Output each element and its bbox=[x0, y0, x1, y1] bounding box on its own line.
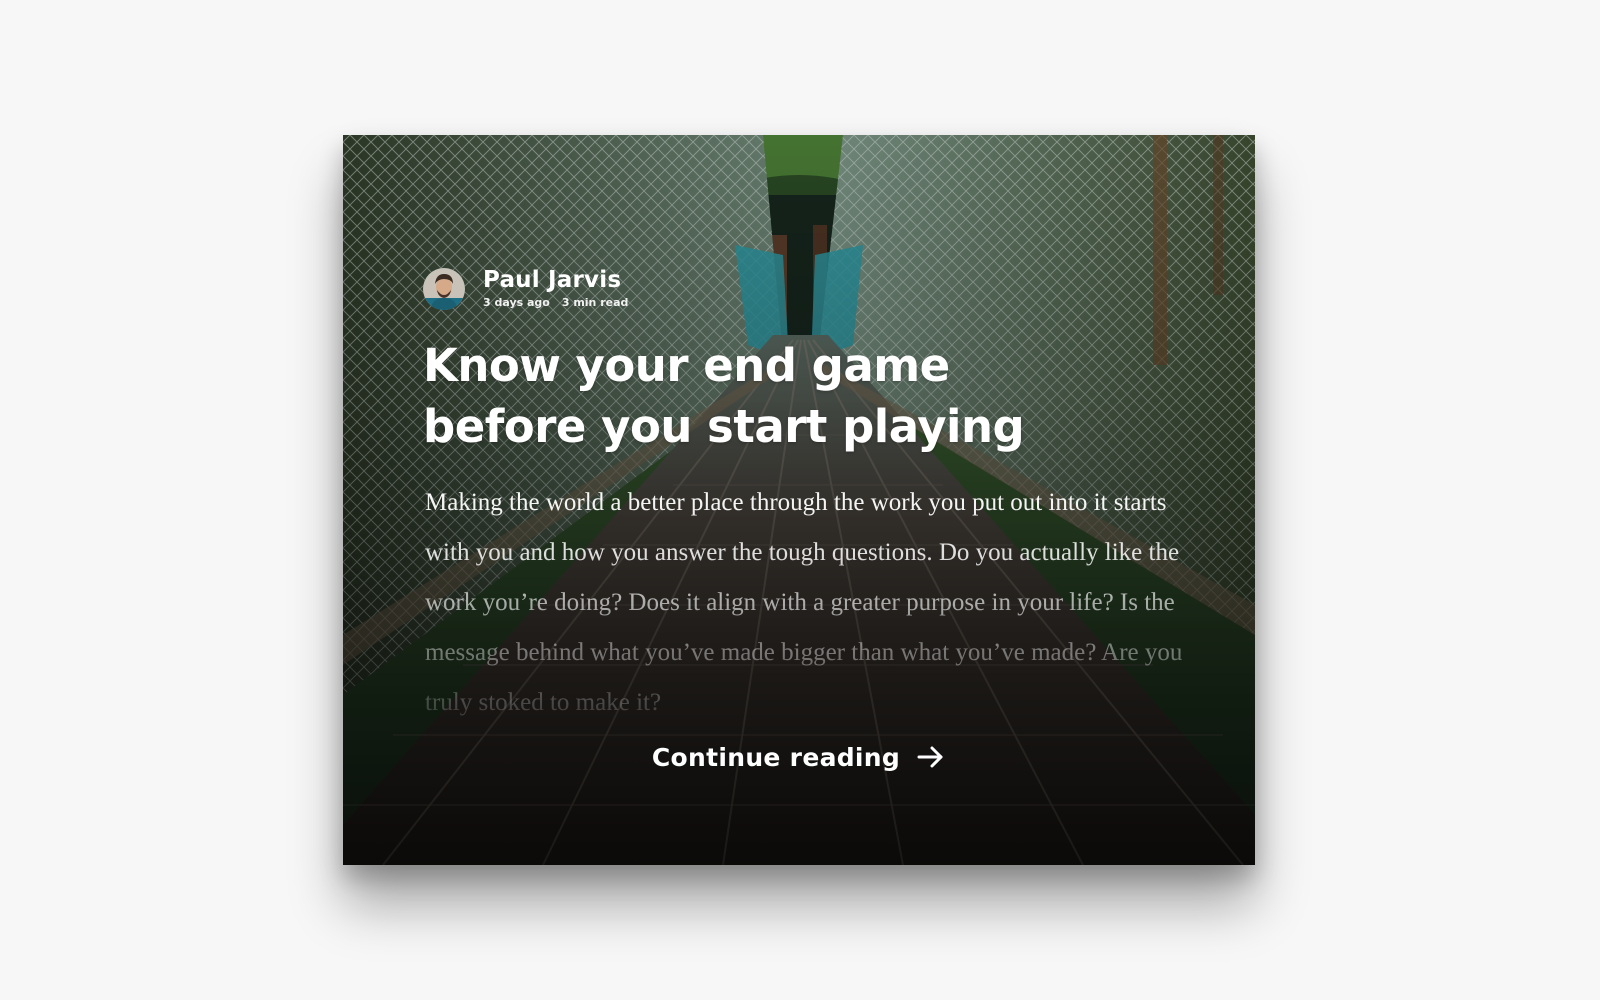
post-card[interactable]: Paul Jarvis 3 days ago 3 min read Know yo… bbox=[343, 135, 1255, 865]
post-excerpt: Making the world a better place through … bbox=[425, 489, 1183, 716]
author-name[interactable]: Paul Jarvis bbox=[483, 267, 628, 293]
post-title[interactable]: Know your end game before you start play… bbox=[423, 335, 1123, 457]
author-block[interactable]: Paul Jarvis 3 days ago 3 min read bbox=[423, 267, 628, 311]
read-time: 3 min read bbox=[561, 296, 629, 309]
post-meta: 3 days ago 3 min read bbox=[483, 295, 628, 311]
continue-reading-label: Continue reading bbox=[651, 742, 901, 772]
arrow-right-icon bbox=[917, 746, 943, 768]
avatar-portrait bbox=[423, 268, 465, 310]
post-date: 3 days ago bbox=[483, 296, 550, 309]
avatar[interactable] bbox=[423, 268, 465, 310]
continue-reading-link[interactable]: Continue reading bbox=[343, 742, 1255, 772]
author-info: Paul Jarvis 3 days ago 3 min read bbox=[483, 267, 628, 311]
